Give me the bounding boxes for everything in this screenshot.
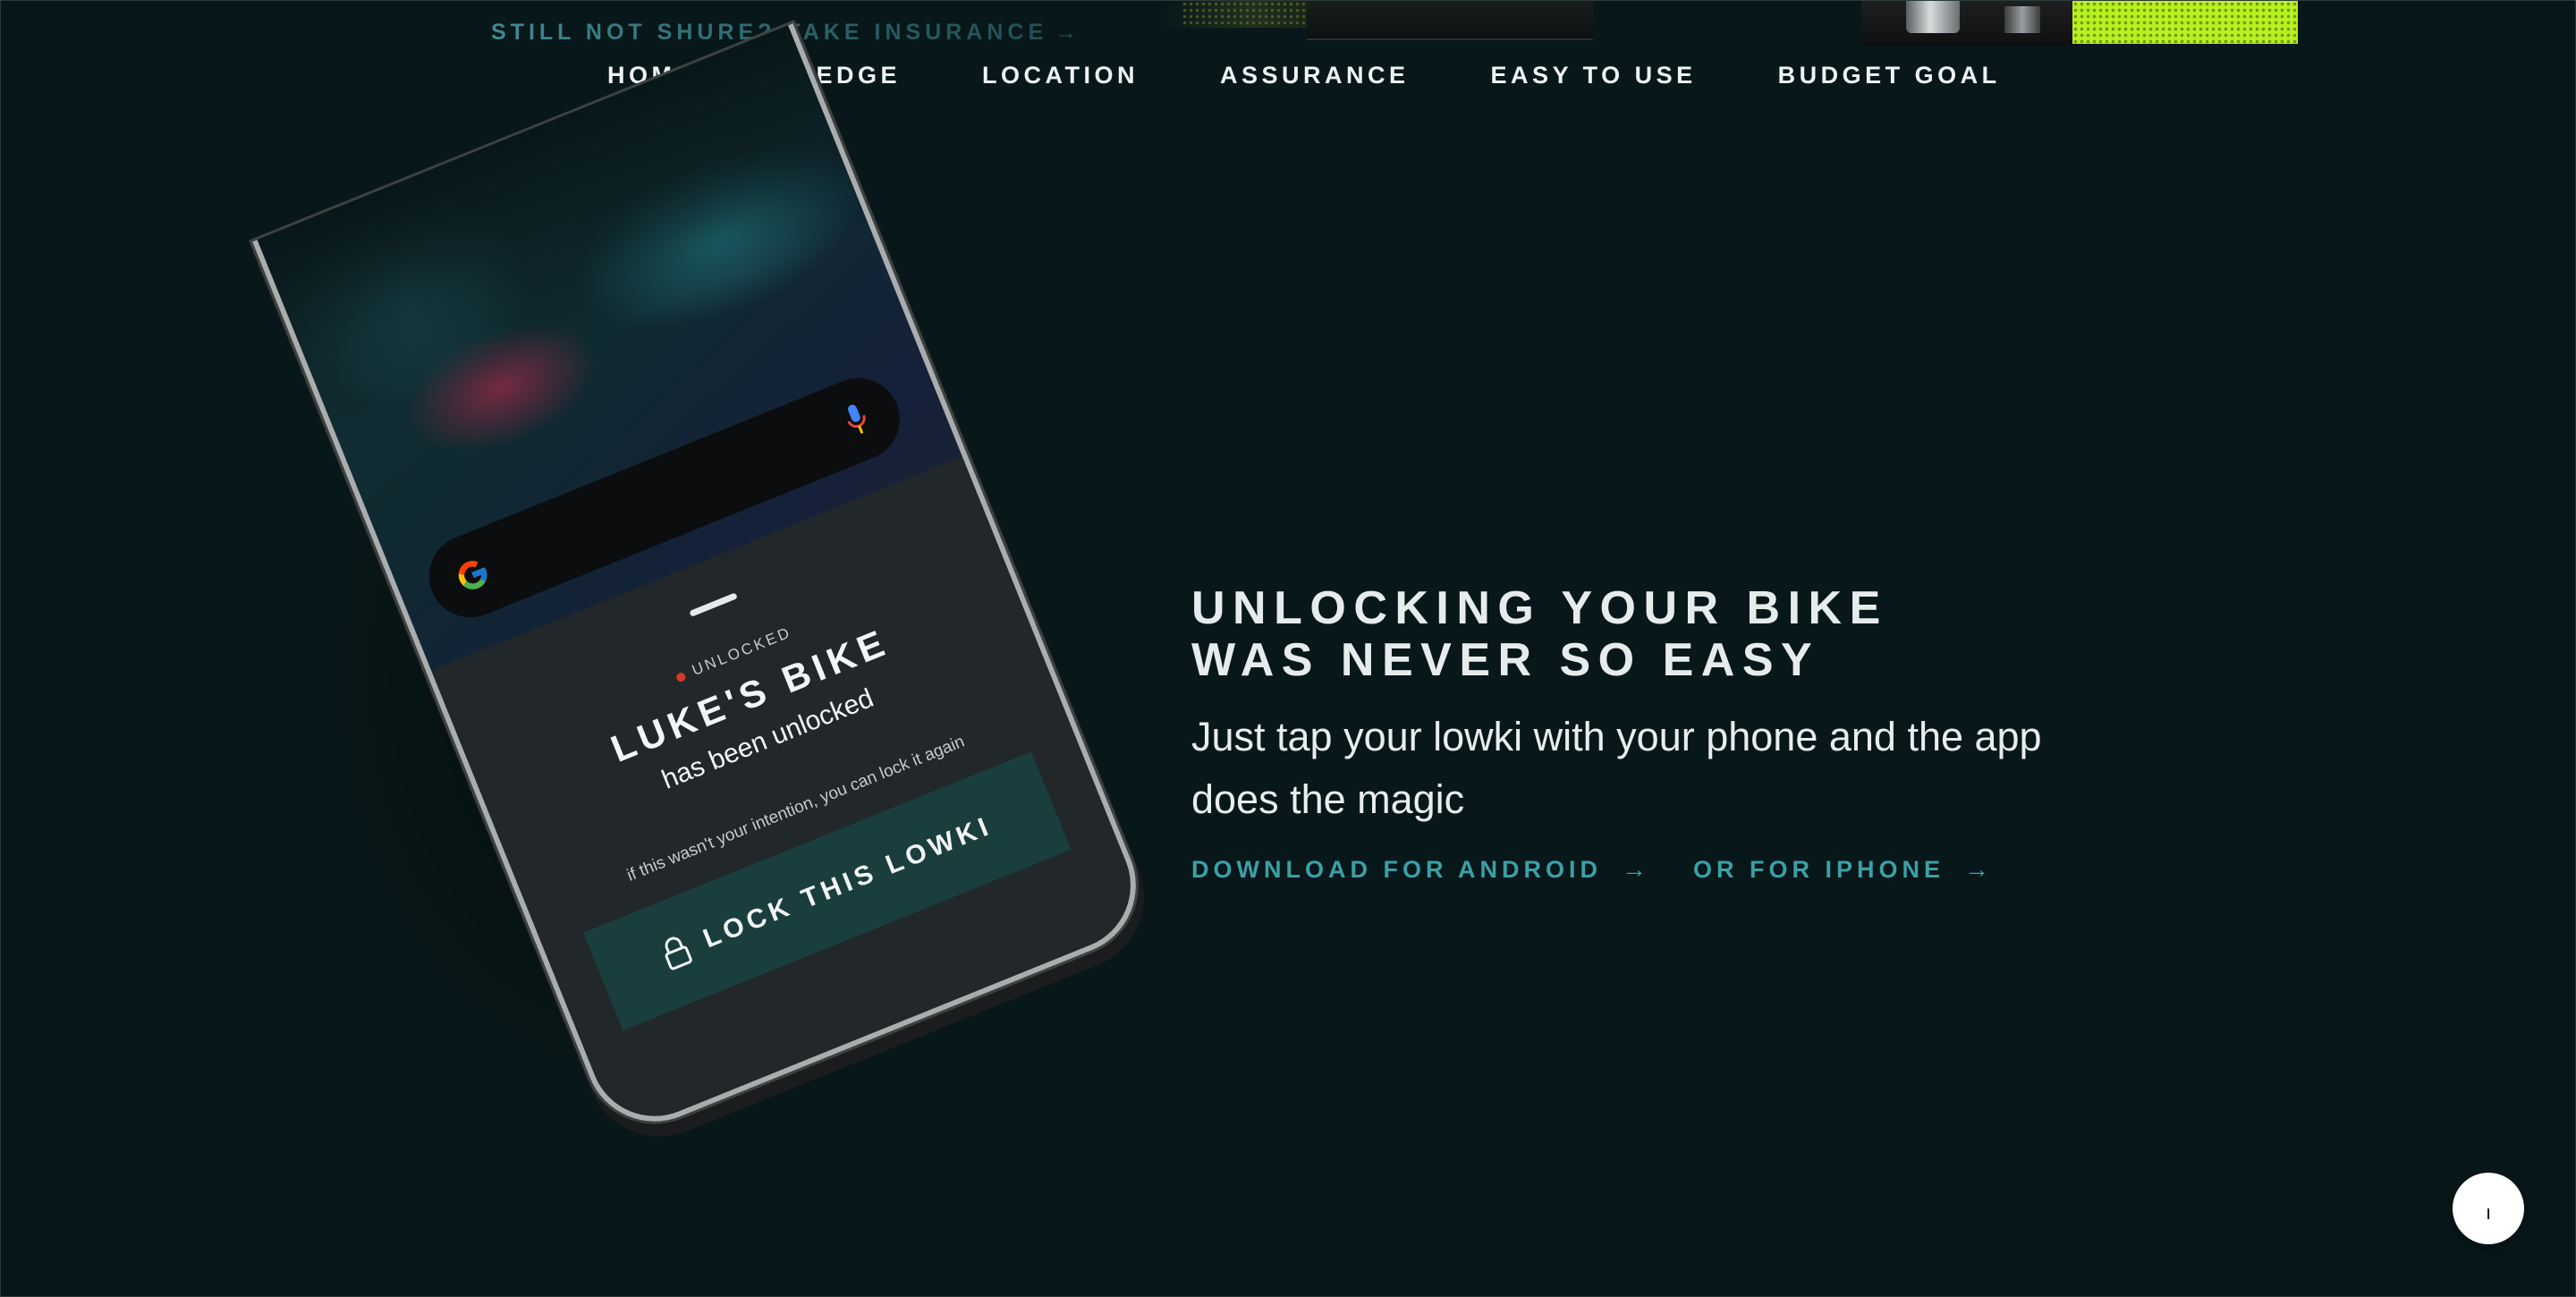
download-iphone-link[interactable]: OR FOR IPHONE → [1693,855,1989,884]
microphone-icon [847,404,866,434]
hero-headline: UNLOCKING YOUR BIKE WAS NEVER SO EASY [1191,582,1888,686]
padlock-icon [665,937,692,971]
photo-metal-shackle [1906,1,1960,33]
product-photo-strip [1164,1,2298,46]
headline-line-1: UNLOCKING YOUR BIKE [1191,582,1888,634]
nav-item-assurance[interactable]: ASSURANCE [1220,62,1410,89]
google-g-icon [458,561,487,589]
hero-subtext: Just tap your lowki with your phone and … [1191,714,2042,822]
photo-lock-body [1861,1,2076,46]
nav-item-location[interactable]: LOCATION [982,62,1139,89]
photo-metal-clip [2004,6,2040,33]
download-links: DOWNLOAD FOR ANDROID → OR FOR IPHONE → [1191,855,1989,884]
nav-item-easy-to-use[interactable]: EASY TO USE [1491,62,1697,89]
page-frame: STILL NOT SHURE? TAKE INSURANCE→ HOME PL… [0,0,2576,1297]
download-android-link[interactable]: DOWNLOAD FOR ANDROID → [1191,855,1647,884]
sheet-handle[interactable] [689,592,738,617]
arrow-right-icon: → [1055,20,1082,45]
photo-dark-part [1307,1,1593,40]
photo-mesh [1182,1,1307,28]
status-dot [674,671,687,683]
arrow-right-icon: → [1621,855,1647,883]
arrow-right-icon: → [1963,855,1989,883]
photo-lime-strap [2072,1,2298,44]
nav-item-budget-goal[interactable]: BUDGET GOAL [1778,62,2001,89]
download-android-label: DOWNLOAD FOR ANDROID [1191,855,1602,883]
headline-line-2: WAS NEVER SO EASY [1191,634,1820,686]
download-iphone-label: OR FOR IPHONE [1692,855,1945,883]
chat-widget-button[interactable]: ı [2453,1173,2524,1244]
chat-icon: ı [2485,1201,2492,1224]
